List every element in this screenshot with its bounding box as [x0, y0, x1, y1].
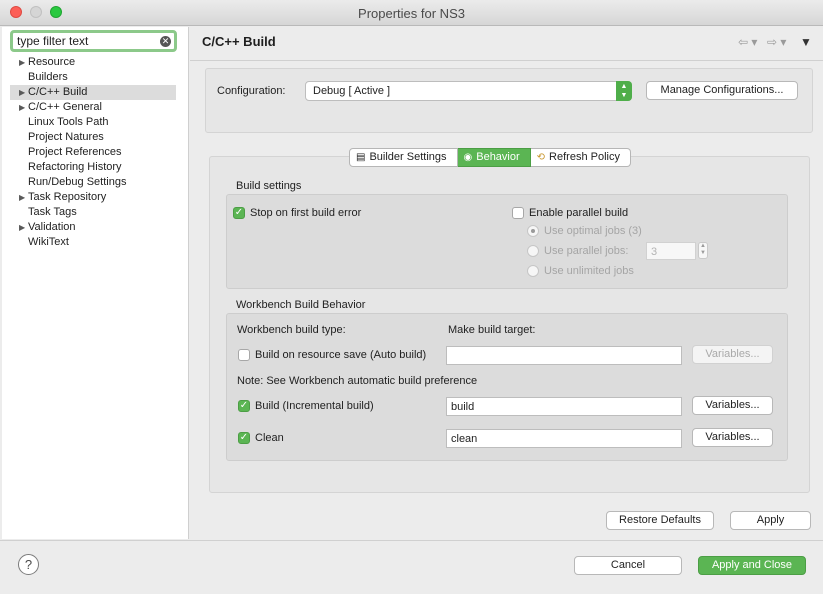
forward-arrow-icon[interactable]: ⇨ ▾	[767, 35, 786, 49]
sidebar-item-label: Resource	[28, 56, 76, 68]
dropdown-menu-icon[interactable]: ▼	[800, 35, 812, 49]
cancel-button[interactable]: Cancel	[574, 556, 682, 575]
parallel-build-checkbox[interactable]	[512, 207, 524, 219]
apply-and-close-button[interactable]: Apply and Close	[698, 556, 806, 575]
clean-target-input[interactable]: clean	[446, 429, 682, 448]
sidebar-item-label: Task Repository	[28, 191, 107, 203]
stop-on-error-label: Stop on first build error	[250, 207, 362, 219]
parallel-jobs-radio[interactable]	[527, 245, 539, 257]
workbench-title: Workbench Build Behavior	[236, 299, 366, 311]
build-settings-title: Build settings	[236, 180, 302, 192]
expand-arrow-icon[interactable]: ▶	[19, 85, 25, 100]
refresh-policy-icon: ⟲	[536, 152, 546, 163]
optimal-jobs-label: Use optimal jobs (3)	[544, 225, 642, 237]
expand-arrow-icon[interactable]: ▶	[19, 220, 25, 235]
auto-build-checkbox[interactable]	[238, 349, 250, 361]
sidebar-item-c-c-build[interactable]: ▶ C/C++ Build	[10, 85, 176, 100]
sidebar-item-label: WikiText	[28, 236, 69, 248]
sidebar-item-resource[interactable]: ▶ Resource	[10, 55, 176, 70]
sidebar-item-label: C/C++ Build	[28, 86, 88, 98]
sidebar-item-label: Project References	[28, 146, 122, 158]
expand-arrow-icon[interactable]: ▶	[19, 100, 25, 115]
incremental-build-target-input[interactable]: build	[446, 397, 682, 416]
parallel-jobs-stepper[interactable]: ▲ ▼	[698, 242, 708, 259]
tab-bar: ▤ Builder Settings ◉ Behavior ⟲ Refresh …	[349, 148, 631, 167]
clean-checkbox[interactable]: ✓	[238, 432, 250, 444]
select-arrows-icon: ▲ ▼	[616, 81, 632, 101]
tab-refresh-policy[interactable]: ⟲ Refresh Policy	[530, 148, 631, 167]
workbench-note: Note: See Workbench automatic build pref…	[237, 375, 478, 387]
incremental-build-checkbox[interactable]: ✓	[238, 400, 250, 412]
tab-builder-settings-label: Builder Settings	[369, 151, 447, 163]
sidebar-item-c-c-general[interactable]: ▶ C/C++ General	[10, 100, 176, 115]
sidebar-item-refactoring-history[interactable]: Refactoring History	[10, 160, 176, 175]
sidebar-item-wikitext[interactable]: WikiText	[10, 235, 176, 250]
unlimited-jobs-radio[interactable]	[527, 265, 539, 277]
tab-builder-settings[interactable]: ▤ Builder Settings	[349, 148, 458, 167]
incremental-build-variables-button[interactable]: Variables...	[692, 396, 773, 415]
sidebar-item-label: Linux Tools Path	[28, 116, 109, 128]
back-arrow-icon[interactable]: ⇦ ▾	[738, 35, 757, 49]
sidebar-item-label: Builders	[28, 71, 68, 83]
clean-label: Clean	[255, 432, 284, 444]
footer-divider	[0, 540, 823, 541]
sidebar-item-builders[interactable]: Builders	[10, 70, 176, 85]
tab-behavior[interactable]: ◉ Behavior	[457, 148, 531, 167]
page-title: C/C++ Build	[202, 34, 276, 49]
sidebar-item-label: C/C++ General	[28, 101, 102, 113]
sidebar-item-validation[interactable]: ▶ Validation	[10, 220, 176, 235]
clean-variables-button[interactable]: Variables...	[692, 428, 773, 447]
clear-circle-icon[interactable]: ✕	[160, 36, 171, 47]
filter-input[interactable]	[17, 34, 157, 48]
window-title: Properties for NS3	[358, 6, 465, 21]
sidebar-item-label: Run/Debug Settings	[28, 176, 127, 188]
incremental-build-label: Build (Incremental build)	[255, 400, 374, 412]
behavior-icon: ◉	[463, 152, 473, 163]
apply-button[interactable]: Apply	[730, 511, 811, 530]
workbench-type-header: Workbench build type:	[237, 324, 346, 336]
unlimited-jobs-label: Use unlimited jobs	[544, 265, 634, 277]
auto-build-variables-button[interactable]: Variables...	[692, 345, 773, 364]
stop-on-error-checkbox[interactable]: ✓	[233, 207, 245, 219]
help-icon[interactable]: ?	[18, 554, 39, 575]
expand-arrow-icon[interactable]: ▶	[19, 190, 25, 205]
parallel-jobs-label: Use parallel jobs:	[544, 245, 629, 257]
auto-build-label: Build on resource save (Auto build)	[255, 349, 427, 361]
sidebar-item-task-tags[interactable]: Task Tags	[10, 205, 176, 220]
sidebar-item-run-debug-settings[interactable]: Run/Debug Settings	[10, 175, 176, 190]
manage-configurations-button[interactable]: Manage Configurations...	[646, 81, 798, 100]
parallel-build-label: Enable parallel build	[529, 207, 629, 219]
optimal-jobs-radio[interactable]	[527, 225, 539, 237]
make-target-header: Make build target:	[448, 324, 536, 336]
configuration-selected-value: Debug [ Active ]	[313, 85, 391, 97]
sidebar-item-label: Validation	[28, 221, 76, 233]
filter-field[interactable]: ✕	[10, 30, 177, 52]
restore-defaults-button[interactable]: Restore Defaults	[606, 511, 714, 530]
tab-refresh-policy-label: Refresh Policy	[549, 151, 620, 163]
sidebar-item-project-references[interactable]: Project References	[10, 145, 176, 160]
expand-arrow-icon[interactable]: ▶	[19, 55, 25, 70]
tab-behavior-label: Behavior	[476, 151, 520, 163]
sidebar-item-linux-tools-path[interactable]: Linux Tools Path	[10, 115, 176, 130]
builder-settings-icon: ▤	[356, 152, 366, 163]
sidebar-item-task-repository[interactable]: ▶ Task Repository	[10, 190, 176, 205]
header-divider	[190, 60, 823, 61]
sidebar-item-label: Project Natures	[28, 131, 104, 143]
auto-build-target-input[interactable]	[446, 346, 682, 365]
sidebar-item-label: Task Tags	[28, 206, 77, 218]
sidebar-item-label: Refactoring History	[28, 161, 122, 173]
configuration-select[interactable]: Debug [ Active ] ▲ ▼	[305, 81, 632, 101]
sidebar-item-project-natures[interactable]: Project Natures	[10, 130, 176, 145]
configuration-label: Configuration:	[217, 85, 286, 97]
parallel-jobs-input[interactable]: 3	[646, 242, 696, 260]
